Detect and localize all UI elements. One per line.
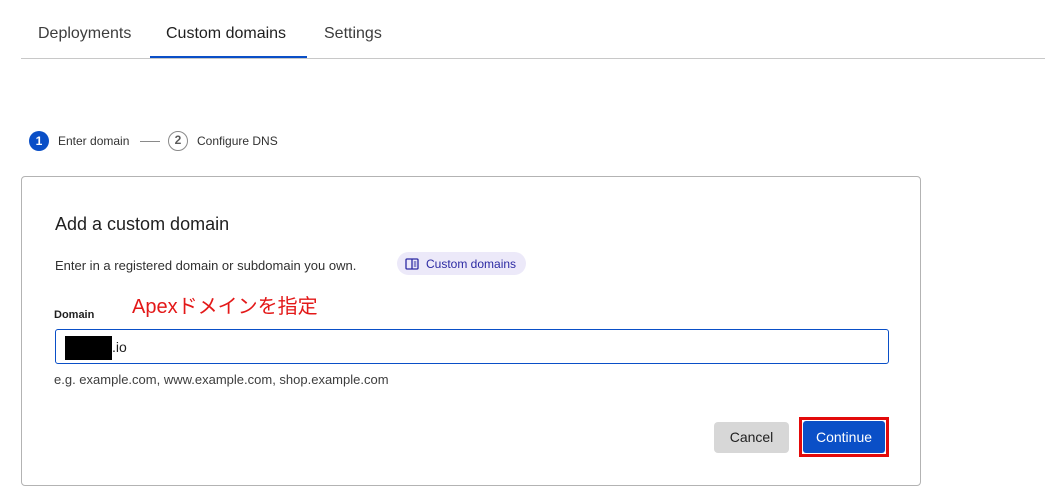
book-icon: [405, 257, 419, 270]
domain-input[interactable]: .io: [55, 329, 889, 364]
step-1-label: Enter domain: [58, 134, 130, 148]
step-connector: [140, 141, 160, 142]
doc-link-label: Custom domains: [426, 256, 517, 271]
card-title: Add a custom domain: [55, 214, 230, 234]
domain-helper-text: e.g. example.com, www.example.com, shop.…: [54, 372, 389, 387]
cancel-button[interactable]: Cancel: [714, 422, 789, 453]
tab-deployments[interactable]: Deployments: [38, 24, 131, 44]
custom-domains-doc-link[interactable]: Custom domains: [397, 252, 527, 275]
add-domain-card: Add a custom domain Enter in a registere…: [21, 176, 921, 486]
redacted-domain: [65, 336, 112, 360]
tab-custom-domains[interactable]: Custom domains: [166, 24, 286, 44]
tab-settings[interactable]: Settings: [324, 24, 382, 44]
domain-field-label: Domain: [54, 309, 95, 321]
tab-bar: Deployments Custom domains Settings: [21, 0, 1045, 59]
domain-input-value: .io: [112, 339, 127, 355]
annotation-apex-domain: Apexドメインを指定: [132, 296, 318, 318]
card-description: Enter in a registered domain or subdomai…: [55, 258, 357, 273]
step-1-number: 1: [29, 131, 49, 151]
step-2-number: 2: [168, 131, 188, 151]
continue-button[interactable]: Continue: [803, 421, 885, 453]
step-2-label: Configure DNS: [197, 134, 278, 148]
active-tab-indicator: [150, 56, 307, 58]
